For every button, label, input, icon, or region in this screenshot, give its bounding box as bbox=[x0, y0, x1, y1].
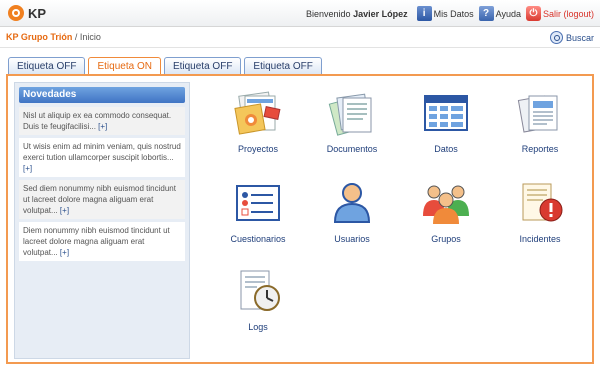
breadcrumb-separator: / bbox=[74, 32, 78, 42]
reports-icon bbox=[515, 90, 565, 136]
groups-icon bbox=[421, 180, 471, 226]
logo-mark-icon bbox=[8, 5, 24, 21]
module-label: Documentos bbox=[326, 144, 378, 154]
help-label: Ayuda bbox=[495, 8, 521, 19]
module-projects[interactable]: Proyectos bbox=[220, 90, 296, 154]
power-icon: ⏻ bbox=[525, 6, 541, 21]
module-questionnaires[interactable]: Cuestionarios bbox=[220, 180, 296, 244]
logout-button[interactable]: ⏻ Salir (logout) bbox=[525, 6, 594, 21]
my-data-button[interactable]: i Mis Datos bbox=[416, 6, 474, 21]
news-more-link[interactable]: [+] bbox=[60, 206, 69, 215]
main-panel: Novedades Nisl ut aliquip ex ea commodo … bbox=[6, 74, 594, 364]
tab-bar: Etiqueta OFF Etiqueta ON Etiqueta OFF Et… bbox=[8, 57, 325, 76]
search-button[interactable]: Buscar bbox=[549, 31, 594, 44]
my-data-label: Mis Datos bbox=[433, 8, 474, 19]
module-label: Cuestionarios bbox=[230, 234, 286, 244]
logout-label: Salir (logout) bbox=[542, 8, 594, 19]
incidents-icon bbox=[515, 180, 565, 226]
module-label: Logs bbox=[248, 322, 268, 332]
tab-1[interactable]: Etiqueta OFF bbox=[8, 57, 86, 75]
search-icon bbox=[549, 31, 563, 44]
help-icon: ? bbox=[478, 6, 494, 21]
news-text: Diem nonummy nibh euismod tincidunt ut l… bbox=[23, 226, 170, 257]
tab-4[interactable]: Etiqueta OFF bbox=[244, 57, 322, 75]
data-icon bbox=[421, 90, 471, 136]
user-icon bbox=[327, 180, 377, 226]
module-incidents[interactable]: Incidentes bbox=[502, 180, 578, 244]
breadcrumb-bar: KP Grupo Trión / Inicio Buscar bbox=[0, 28, 600, 48]
module-grid: Proyectos Documentos Datos Reportes Cues… bbox=[218, 88, 588, 358]
search-label: Buscar bbox=[565, 32, 594, 43]
welcome-text: Bienvenido Javier López bbox=[306, 9, 408, 19]
news-more-link[interactable]: [+] bbox=[98, 122, 107, 131]
module-groups[interactable]: Grupos bbox=[408, 180, 484, 244]
news-item: Sed diem nonummy nibh euismod tincidunt … bbox=[19, 180, 185, 219]
logo[interactable]: KP bbox=[8, 5, 46, 21]
module-label: Usuarios bbox=[334, 234, 370, 244]
module-label: Reportes bbox=[521, 144, 559, 154]
breadcrumb-current: Inicio bbox=[79, 32, 101, 42]
user-area: Bienvenido Javier López i Mis Datos ? Ay… bbox=[306, 5, 594, 22]
logo-text: KP bbox=[28, 5, 47, 21]
tab-3[interactable]: Etiqueta OFF bbox=[163, 57, 242, 75]
module-label: Grupos bbox=[431, 234, 461, 244]
module-label: Proyectos bbox=[237, 144, 279, 154]
news-item: Nisl ut aliquip ex ea commodo consequat.… bbox=[19, 107, 185, 135]
breadcrumb-group-link[interactable]: KP Grupo Trión bbox=[6, 32, 72, 42]
projects-icon bbox=[233, 90, 283, 136]
news-sidebar: Novedades Nisl ut aliquip ex ea commodo … bbox=[14, 82, 190, 359]
news-list: Nisl ut aliquip ex ea commodo consequat.… bbox=[19, 107, 185, 261]
module-label: Datos bbox=[434, 144, 458, 154]
module-logs[interactable]: Logs bbox=[220, 268, 296, 332]
documents-icon bbox=[327, 90, 377, 136]
top-bar: KP Bienvenido Javier López i Mis Datos ?… bbox=[0, 0, 600, 27]
breadcrumb: KP Grupo Trión / Inicio bbox=[6, 32, 101, 42]
news-more-link[interactable]: [+] bbox=[60, 248, 69, 257]
welcome-prefix: Bienvenido bbox=[306, 8, 351, 19]
logs-icon bbox=[233, 268, 283, 314]
news-text: Ut wisis enim ad minim veniam, quis nost… bbox=[23, 142, 181, 162]
module-users[interactable]: Usuarios bbox=[314, 180, 390, 244]
module-data[interactable]: Datos bbox=[408, 90, 484, 154]
user-info-icon: i bbox=[416, 6, 432, 21]
news-text: Sed diem nonummy nibh euismod tincidunt … bbox=[23, 184, 176, 215]
module-reports[interactable]: Reportes bbox=[502, 90, 578, 154]
module-label: Incidentes bbox=[519, 234, 561, 244]
user-name: Javier López bbox=[353, 8, 408, 19]
news-item: Diem nonummy nibh euismod tincidunt ut l… bbox=[19, 222, 185, 261]
help-button[interactable]: ? Ayuda bbox=[478, 6, 521, 21]
news-more-link[interactable]: [+] bbox=[23, 164, 32, 173]
module-documents[interactable]: Documentos bbox=[314, 90, 390, 154]
news-item: Ut wisis enim ad minim veniam, quis nost… bbox=[19, 138, 185, 177]
news-title: Novedades bbox=[19, 87, 185, 103]
questionnaire-icon bbox=[233, 180, 283, 226]
